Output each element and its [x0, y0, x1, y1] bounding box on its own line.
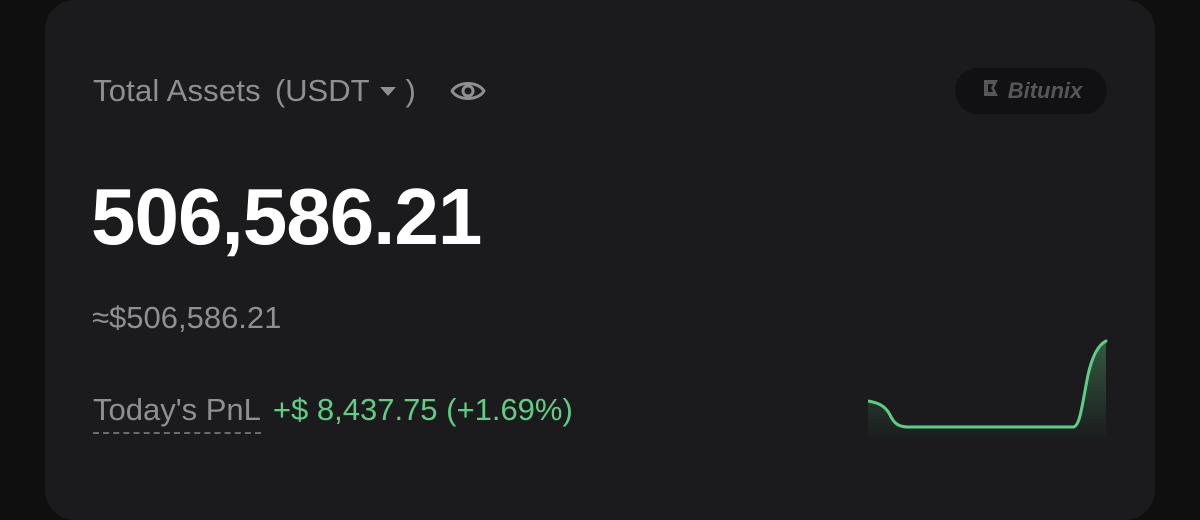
todays-pnl-label[interactable]: Today's PnL: [93, 392, 261, 434]
fiat-equivalent: ≈$506,586.21: [92, 300, 282, 335]
unit-close-paren: ): [405, 73, 416, 108]
caret-down-icon: [379, 86, 396, 96]
currency-unit-label: USDT: [285, 73, 370, 108]
total-balance-amount: 506,586.21: [91, 172, 482, 261]
brand-name: Bitunix: [1007, 78, 1083, 103]
total-assets-title: Total Assets: [93, 73, 261, 108]
brand-badge: Bitunix: [955, 68, 1107, 114]
sparkline-line: [868, 339, 1108, 429]
total-assets-header: Total Assets ( USDT ): [93, 70, 486, 112]
bitunix-logo-icon: [980, 78, 1002, 104]
todays-pnl-value: +$ 8,437.75 (+1.69%): [272, 392, 573, 427]
todays-pnl-row: Today's PnL +$ 8,437.75 (+1.69%): [93, 392, 573, 434]
pnl-sparkline: [868, 339, 1108, 440]
eye-icon[interactable]: [450, 77, 486, 105]
unit-open-paren: (: [274, 73, 286, 108]
sparkline-area: [868, 341, 1106, 440]
currency-unit-selector[interactable]: ( USDT ): [275, 73, 416, 109]
